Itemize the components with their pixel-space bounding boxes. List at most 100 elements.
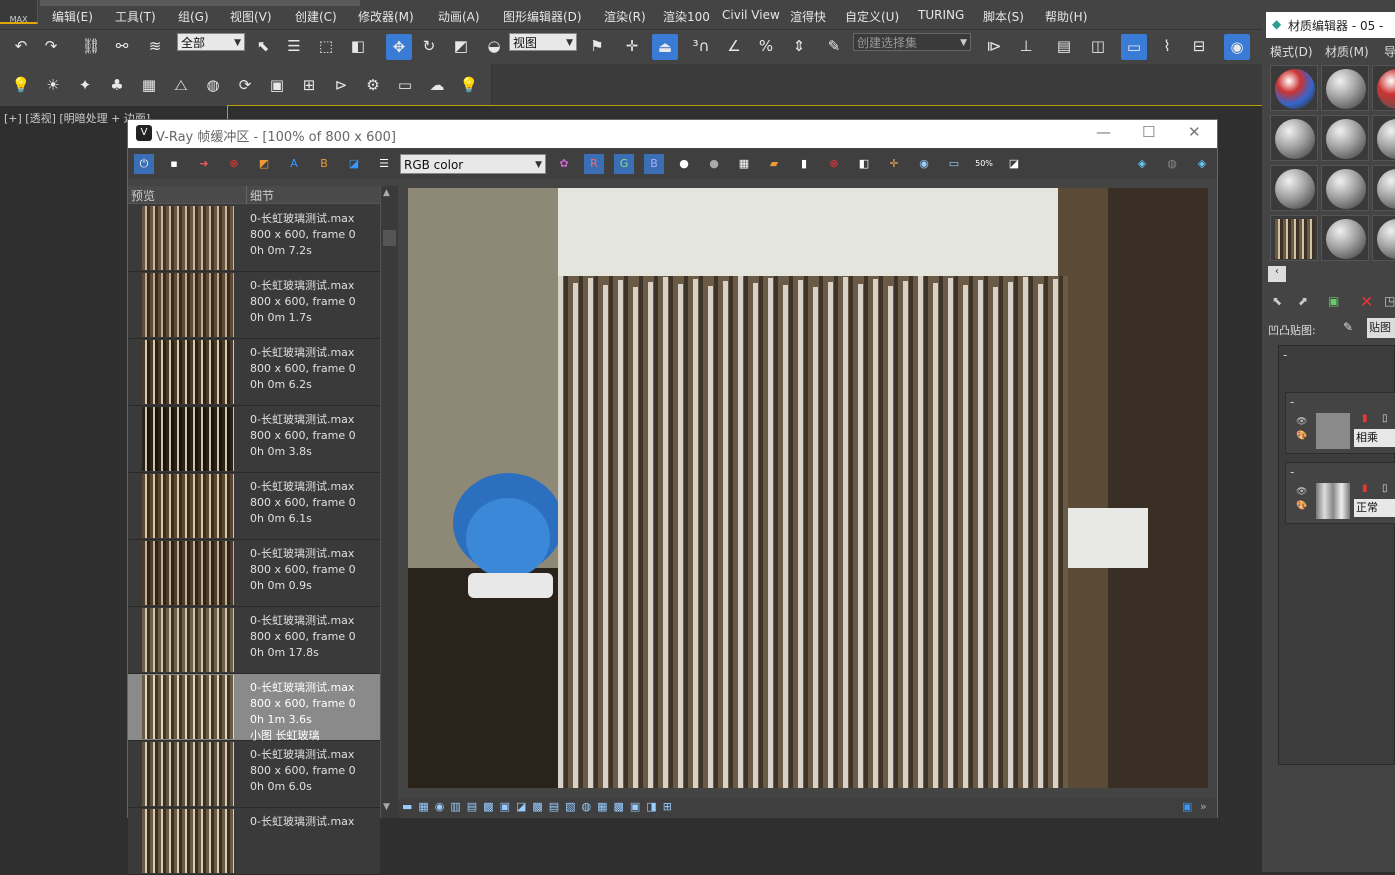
scroll-down-icon[interactable]: ▼ [383, 802, 390, 812]
blend-mode-dropdown[interactable]: 相乘 [1354, 429, 1395, 447]
clear-image-icon[interactable]: ⊗ [824, 154, 844, 174]
menu-item-12[interactable]: 自定义(U) [845, 8, 899, 25]
menu-item-3[interactable]: 视图(V) [230, 8, 272, 25]
menu-item-14[interactable]: 脚本(S) [983, 8, 1024, 25]
scene-explorer-icon[interactable]: ◫ [1087, 35, 1109, 57]
select-manipulate-icon[interactable]: ✛ [621, 35, 643, 57]
color-correction-icons[interactable]: ▬▦◉▥▤▩▣◪▩▤▧◍▦▩▣◨⊞ [402, 800, 678, 813]
edit-named-sets-icon[interactable]: ✎ [823, 35, 845, 57]
reset-map-icon[interactable]: ✕ [1360, 292, 1373, 311]
scroll-up-icon[interactable]: ▲ [383, 188, 390, 198]
duplicate-vfb-icon[interactable]: ◧ [854, 154, 874, 174]
menu-item-11[interactable]: 渲得快 [790, 8, 826, 25]
menu-item-15[interactable]: 帮助(H) [1045, 8, 1087, 25]
scale-icon[interactable]: ◩ [450, 35, 472, 57]
rect-selection-icon[interactable]: ⬚ [315, 35, 337, 57]
set-b-icon[interactable]: B [314, 154, 334, 174]
history-toggle-icon[interactable]: ⏻ [134, 154, 154, 174]
channel-g-button[interactable]: G [614, 154, 634, 174]
history-row[interactable]: 0-长虹玻璃测试.max 800 x 600, frame 0 0h 0m 7.2s [128, 205, 380, 272]
expand-icon[interactable]: » [1200, 800, 1207, 813]
history-row[interactable]: 0-长虹玻璃测试.max 800 x 600, frame 0 0h 0m 6.0s [128, 741, 380, 808]
compare-icon[interactable]: ◩ [254, 154, 274, 174]
assign-material-icon[interactable]: ▣ [1328, 294, 1339, 308]
channel-r-button[interactable]: R [584, 154, 604, 174]
vray-plane-icon[interactable]: ⧍ [170, 74, 192, 96]
material-editor-titlebar[interactable]: ◆ 材质编辑器 - 05 - [1266, 12, 1395, 38]
menu-item-8[interactable]: 渲染(R) [604, 8, 646, 25]
menu-item-0[interactable]: 编辑(E) [52, 8, 93, 25]
layer2-map-swatch[interactable] [1316, 483, 1350, 519]
menu-item-7[interactable]: 图形编辑器(D) [503, 8, 582, 25]
ribbon-icon[interactable]: ▭ [1121, 34, 1147, 60]
menu-item-5[interactable]: 修改器(M) [358, 8, 414, 25]
selection-filter-dropdown[interactable]: 全部 ▼ [177, 33, 245, 51]
select-object-icon[interactable]: ⬉ [252, 35, 274, 57]
material-slot[interactable] [1321, 215, 1369, 261]
menu-navigation[interactable]: 导 [1384, 43, 1395, 60]
remove-history-icon[interactable]: ⊗ [224, 154, 244, 174]
lens-icon[interactable]: ▣ [1182, 800, 1192, 813]
menu-item-6[interactable]: 动画(A) [438, 8, 480, 25]
copy-material-icon[interactable]: ◳ [1384, 294, 1395, 308]
layer1-color-swatch[interactable] [1316, 413, 1350, 449]
ref-coord-dropdown[interactable]: 视图 ▼ [509, 33, 577, 51]
lens-effects-icon[interactable]: ▭ [944, 154, 964, 174]
history-row[interactable]: 0-长虹玻璃测试.max 800 x 600, frame 0 0h 0m 1.7s [128, 272, 380, 339]
vray-fur-icon[interactable]: ♣ [106, 74, 128, 96]
history-menu-icon[interactable]: ☰ [374, 154, 394, 174]
close-icon[interactable]: ✕ [1188, 123, 1201, 141]
history-row[interactable]: 0-长虹玻璃测试.max 800 x 600, frame 0 0h 0m 6.1s [128, 473, 380, 540]
material-slot[interactable] [1321, 165, 1369, 211]
put-to-scene-icon[interactable]: ⬈ [1298, 294, 1308, 308]
vray-vrmesh-icon[interactable]: ▭ [394, 74, 416, 96]
col-preview[interactable]: 预览 [131, 187, 155, 204]
bind-spacewarp-icon[interactable]: ≋ [144, 35, 166, 57]
vray-mesh-export-icon[interactable]: ⚙ [362, 74, 384, 96]
visibility-icon[interactable]: 👁 [1296, 417, 1307, 427]
align-icon[interactable]: ⊥ [1015, 35, 1037, 57]
render-icon[interactable]: ◈ [1132, 154, 1152, 174]
ab-compare-icon[interactable]: ◪ [344, 154, 364, 174]
menu-item-10[interactable]: Civil View [722, 8, 780, 22]
window-crossing-icon[interactable]: ◧ [347, 35, 369, 57]
vray-frame-buffer-icon[interactable]: ▣ [266, 74, 288, 96]
vray-sun-icon[interactable]: ☀ [42, 74, 64, 96]
layer2-collapse-icon[interactable]: - [1290, 465, 1294, 479]
vray-sphere-icon[interactable]: ◍ [202, 74, 224, 96]
layer1-collapse-icon[interactable]: - [1290, 395, 1294, 409]
material-slot[interactable] [1270, 115, 1318, 161]
white-circle-icon[interactable]: ● [674, 154, 694, 174]
layer2-copy-icon[interactable]: ▯ [1382, 483, 1388, 494]
vray-camera-icon[interactable]: ✦ [74, 74, 96, 96]
app-logo[interactable]: MAX [0, 0, 38, 24]
material-slot[interactable] [1270, 65, 1318, 111]
menu-item-4[interactable]: 创建(C) [295, 8, 337, 25]
history-row[interactable]: 0-长虹玻璃测试.max 800 x 600, frame 0 0h 0m 6.2s [128, 339, 380, 406]
history-row[interactable]: 0-长虹玻璃测试.max 800 x 600, frame 0 0h 0m 3.8s [128, 406, 380, 473]
material-slot[interactable] [1270, 165, 1318, 211]
unlink-icon[interactable]: ⚯ [111, 35, 133, 57]
spinner-snap-icon[interactable]: ⇕ [788, 35, 810, 57]
eyedropper-icon[interactable]: ✎ [1343, 320, 1353, 334]
scroll-thumb[interactable] [383, 230, 396, 246]
channel-b-button[interactable]: B [644, 154, 664, 174]
menu-item-1[interactable]: 工具(T) [115, 8, 156, 25]
menu-item-2[interactable]: 组(G) [178, 8, 209, 25]
set-a-icon[interactable]: A [284, 154, 304, 174]
vray-proxy-icon[interactable]: ▦ [138, 74, 160, 96]
maximize-icon[interactable]: ☐ [1142, 123, 1155, 141]
material-editor-icon[interactable]: ◉ [1224, 34, 1250, 60]
place-icon[interactable]: ◒ [483, 35, 505, 57]
layer1-copy-icon[interactable]: ▯ [1382, 413, 1388, 424]
material-slot[interactable] [1372, 215, 1395, 261]
material-slot[interactable] [1372, 165, 1395, 211]
vfb-titlebar[interactable]: V V-Ray 帧缓冲区 - [100% of 800 x 600] — ☐ ✕ [128, 120, 1217, 148]
stamp-icon[interactable]: ◪ [1004, 154, 1024, 174]
link-icon[interactable]: ⛓ [80, 35, 102, 57]
layer2-delete-icon[interactable]: ▮ [1362, 483, 1368, 494]
rotate-icon[interactable]: ↻ [418, 35, 440, 57]
vray-render-icon[interactable]: ⟳ [234, 74, 256, 96]
open-folder-icon[interactable]: ▰ [764, 154, 784, 174]
map-button[interactable]: 贴图 [1367, 318, 1395, 338]
